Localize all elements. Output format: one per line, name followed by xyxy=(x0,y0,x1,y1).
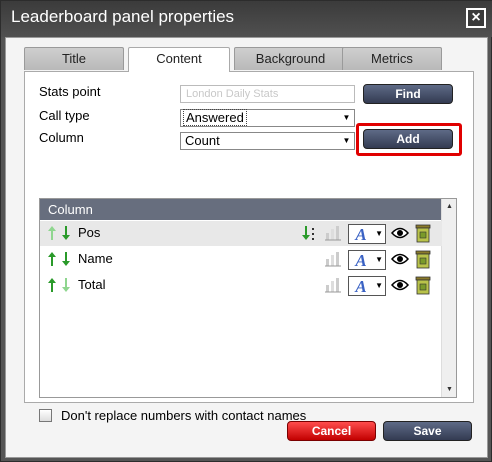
stats-point-input[interactable]: London Daily Stats xyxy=(180,85,355,103)
chevron-down-icon: ▼ xyxy=(375,229,383,238)
move-down-icon[interactable] xyxy=(62,252,70,266)
tab-background[interactable]: Background xyxy=(234,47,347,70)
grid-row-total[interactable]: Total A ▼ xyxy=(40,273,442,298)
save-button[interactable]: Save xyxy=(383,421,472,441)
column-select[interactable]: Count ▼ xyxy=(180,132,355,150)
eye-icon[interactable] xyxy=(391,278,409,292)
dialog-window: Leaderboard panel properties × Title Con… xyxy=(0,0,492,462)
font-style-select[interactable]: A ▼ xyxy=(348,224,386,244)
grid-scrollbar[interactable]: ▲ ▼ xyxy=(441,199,456,397)
close-icon: × xyxy=(471,9,481,26)
content-panel: Stats point London Daily Stats Find Call… xyxy=(24,71,474,423)
grid-row-pos[interactable]: Pos A ▼ xyxy=(40,221,442,246)
close-button[interactable]: × xyxy=(466,8,486,28)
cancel-button[interactable]: Cancel xyxy=(287,421,376,441)
dialog-body: Title Content Background Metrics Stats p… xyxy=(5,37,488,458)
chevron-down-icon: ▼ xyxy=(342,136,351,145)
replace-numbers-checkbox[interactable] xyxy=(39,409,52,422)
scroll-down-icon[interactable]: ▼ xyxy=(442,382,457,397)
move-up-icon[interactable] xyxy=(48,278,56,292)
row-label: Name xyxy=(78,251,113,266)
call-type-value: Answered xyxy=(183,109,247,126)
trash-icon[interactable] xyxy=(415,223,431,243)
font-icon: A xyxy=(355,225,367,244)
window-title: Leaderboard panel properties xyxy=(11,7,235,26)
grid-row-name[interactable]: Name A ▼ xyxy=(40,247,442,272)
trash-icon[interactable] xyxy=(415,275,431,295)
sort-icon[interactable] xyxy=(302,226,316,242)
eye-icon[interactable] xyxy=(391,252,409,266)
move-up-icon[interactable] xyxy=(48,226,56,240)
move-up-icon[interactable] xyxy=(48,252,56,266)
column-label: Column xyxy=(39,130,84,145)
tab-content[interactable]: Content xyxy=(128,47,230,72)
trash-icon[interactable] xyxy=(415,249,431,269)
stats-point-label: Stats point xyxy=(39,84,101,99)
chevron-down-icon: ▼ xyxy=(342,113,351,122)
chart-icon[interactable] xyxy=(324,250,342,268)
title-bar: Leaderboard panel properties × xyxy=(1,1,492,37)
column-value: Count xyxy=(185,133,220,148)
chart-icon[interactable] xyxy=(324,276,342,294)
chevron-down-icon: ▼ xyxy=(375,281,383,290)
call-type-label: Call type xyxy=(39,108,90,123)
call-type-select[interactable]: Answered ▼ xyxy=(180,109,355,127)
column-grid: Column ▲ ▼ Pos A ▼ Name A ▼ Total A ▼ xyxy=(39,198,457,398)
chevron-down-icon: ▼ xyxy=(375,255,383,264)
font-icon: A xyxy=(355,277,367,296)
find-button[interactable]: Find xyxy=(363,84,453,104)
font-style-select[interactable]: A ▼ xyxy=(348,250,386,270)
add-button[interactable]: Add xyxy=(363,129,453,149)
font-style-select[interactable]: A ▼ xyxy=(348,276,386,296)
move-down-icon[interactable] xyxy=(62,278,70,292)
grid-header: Column xyxy=(40,199,442,220)
scroll-up-icon[interactable]: ▲ xyxy=(442,199,457,214)
font-icon: A xyxy=(355,251,367,270)
row-label: Pos xyxy=(78,225,101,240)
replace-numbers-label: Don't replace numbers with contact names xyxy=(61,408,307,423)
move-down-icon[interactable] xyxy=(62,226,70,240)
eye-icon[interactable] xyxy=(391,226,409,240)
chart-icon[interactable] xyxy=(324,224,342,242)
row-label: Total xyxy=(78,277,106,292)
tab-metrics[interactable]: Metrics xyxy=(342,47,442,70)
tab-title[interactable]: Title xyxy=(24,47,124,70)
